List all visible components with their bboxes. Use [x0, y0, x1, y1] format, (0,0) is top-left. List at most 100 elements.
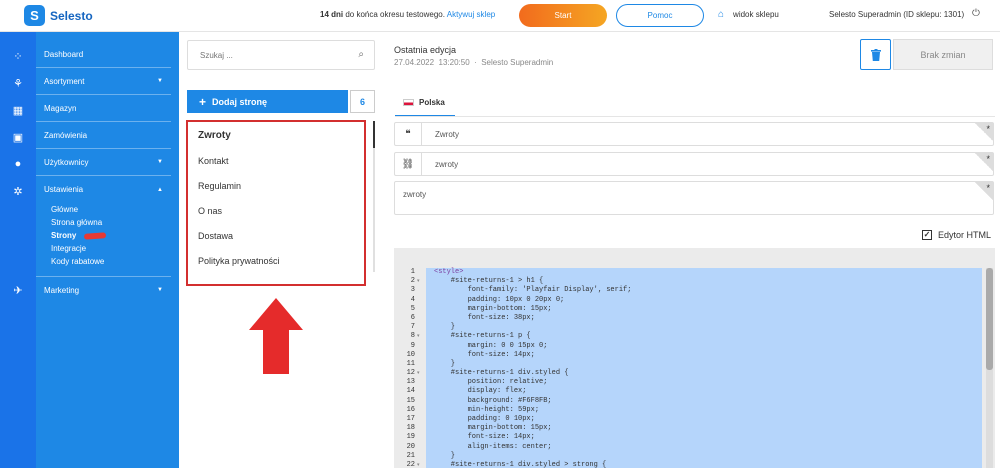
tab-language-polish[interactable]: Polska	[395, 90, 455, 117]
code-line[interactable]: }	[434, 360, 631, 369]
fold-arrow-icon	[417, 387, 422, 396]
list-item[interactable]: Regulamin	[198, 181, 241, 191]
top-bar: S Selesto 14 dni do końca okresu testowe…	[0, 0, 1000, 32]
sidebar-subitem-main[interactable]: Główne	[51, 205, 78, 214]
list-item[interactable]: Dostawa	[198, 231, 233, 241]
code-content[interactable]: <style> #site-returns-1 > h1 { font-fami…	[434, 268, 631, 470]
line-number: 8 ▾	[394, 332, 426, 341]
sidebar-item-orders[interactable]: Zamówienia	[36, 122, 171, 149]
pages-list: Zwroty Kontakt Regulamin O nas Dostawa P…	[186, 120, 366, 286]
fold-arrow-icon	[417, 452, 422, 461]
add-page-button[interactable]: + Dodaj stronę	[187, 90, 348, 113]
caret-down-icon: ▼	[157, 159, 163, 165]
code-line[interactable]: position: relative;	[434, 378, 631, 387]
code-line[interactable]: font-size: 38px;	[434, 314, 631, 323]
code-line[interactable]: #site-returns-1 > h1 {	[434, 277, 631, 286]
sidebar-subitem-homepage[interactable]: Strona główna	[51, 218, 102, 227]
sidebar-item-marketing[interactable]: Marketing ▼	[36, 276, 171, 303]
required-marker: *	[975, 123, 993, 141]
code-line[interactable]: font-size: 14px;	[434, 433, 631, 442]
fold-arrow-icon	[417, 443, 422, 452]
code-line[interactable]: }	[434, 323, 631, 332]
trial-text: do końca okresu testowego.	[343, 10, 445, 19]
list-item[interactable]: Kontakt	[198, 156, 229, 166]
page-count-badge: 6	[350, 90, 375, 113]
line-number: 14	[394, 387, 426, 396]
fold-arrow-icon	[417, 305, 422, 314]
sidebar-item-label: Ustawienia	[44, 185, 84, 194]
html-editor-toggle[interactable]: ✓ Edytor HTML	[922, 230, 991, 240]
settings-icon[interactable]: ✲	[0, 185, 36, 198]
title-field[interactable]: ❝ Zwroty *	[394, 122, 994, 146]
code-line[interactable]: margin-bottom: 15px;	[434, 424, 631, 433]
fold-arrow-icon	[417, 360, 422, 369]
users-icon[interactable]: ●	[0, 158, 36, 170]
sidebar-item-assortment[interactable]: Asortyment ▼	[36, 68, 171, 95]
line-number-gutter: 1 2 ▾ 3 4 5 6 7 8 ▾ 9 10 11 12 ▾ 13 14 15 16 17 18 19 20 21 22 ▾	[394, 268, 426, 470]
view-shop-link[interactable]: ⌂ widok sklepu	[718, 9, 779, 20]
code-line[interactable]: <style>	[434, 268, 631, 277]
fold-arrow-icon: ▾	[417, 278, 420, 285]
sidebar-subitem-discount-codes[interactable]: Kody rabatowe	[51, 257, 104, 266]
fold-arrow-icon	[417, 378, 422, 387]
code-line[interactable]: padding: 10px 0 20px 0;	[434, 296, 631, 305]
code-line[interactable]: padding: 0 10px;	[434, 415, 631, 424]
sidebar-item-warehouse[interactable]: Magazyn	[36, 95, 171, 122]
sidebar-subitem-integrations[interactable]: Integracje	[51, 244, 86, 253]
list-item[interactable]: Polityka prywatności	[198, 256, 280, 266]
code-line[interactable]: #site-returns-1 div.styled {	[434, 369, 631, 378]
help-button[interactable]: Pomoc	[616, 4, 704, 27]
line-number: 1	[394, 268, 426, 277]
dashboard-icon[interactable]: ⁘	[0, 50, 36, 63]
line-number: 2 ▾	[394, 277, 426, 286]
delete-button[interactable]	[860, 39, 891, 70]
list-scrollbar-thumb[interactable]	[373, 121, 375, 148]
description-textarea[interactable]: zwroty *	[394, 181, 994, 215]
warehouse-icon[interactable]: ▦	[0, 104, 36, 117]
logo[interactable]: S Selesto	[24, 5, 93, 26]
code-line[interactable]: min-height: 59px;	[434, 406, 631, 415]
sidebar-item-label: Marketing	[44, 285, 80, 295]
line-number: 7	[394, 323, 426, 332]
list-scrollbar-track[interactable]	[373, 148, 375, 272]
activate-shop-link[interactable]: Aktywuj sklep	[447, 10, 495, 19]
search-icon[interactable]: ⌕	[358, 49, 364, 60]
code-line[interactable]: #site-returns-1 div.styled > strong {	[434, 461, 631, 470]
code-line[interactable]: margin-bottom: 15px;	[434, 305, 631, 314]
code-line[interactable]: }	[434, 452, 631, 461]
sidebar-subitem-pages[interactable]: Strony	[51, 231, 76, 240]
save-button[interactable]: Brak zmian	[893, 39, 993, 70]
sidebar-item-dashboard[interactable]: Dashboard	[36, 41, 171, 68]
search-input[interactable]	[188, 41, 338, 69]
code-line[interactable]: display: flex;	[434, 387, 631, 396]
sidebar-item-settings[interactable]: Ustawienia ▲	[36, 176, 171, 203]
power-icon[interactable]: ⏻	[972, 8, 980, 19]
sidebar: Dashboard Asortyment ▼ Magazyn Zamówieni…	[36, 32, 179, 468]
assortment-icon[interactable]: ⚘	[0, 77, 36, 90]
caret-up-icon: ▲	[157, 186, 163, 193]
code-line[interactable]: #site-returns-1 p {	[434, 332, 631, 341]
orders-icon[interactable]: ▣	[0, 131, 36, 144]
code-line[interactable]: background: #F6F8FB;	[434, 397, 631, 406]
line-number: 5	[394, 305, 426, 314]
line-number: 9	[394, 342, 426, 351]
code-line[interactable]: margin: 0 0 15px 0;	[434, 342, 631, 351]
list-item[interactable]: O nas	[198, 206, 222, 216]
code-line[interactable]: font-family: 'Playfair Display', serif;	[434, 286, 632, 295]
start-button[interactable]: Start	[519, 4, 607, 27]
logo-text: Selesto	[50, 8, 93, 23]
marketing-icon[interactable]: ✈	[0, 284, 36, 297]
line-number: 13	[394, 378, 426, 387]
title-value: Zwroty	[435, 130, 459, 139]
code-line[interactable]: align-items: center;	[434, 443, 631, 452]
sidebar-item-users[interactable]: Użytkownicy ▼	[36, 149, 171, 176]
fold-arrow-icon: ▾	[417, 333, 420, 340]
html-editor-checkbox[interactable]: ✓	[922, 230, 932, 240]
list-item[interactable]: Zwroty	[198, 130, 231, 141]
fold-arrow-icon: ▾	[417, 461, 420, 468]
link-icon: ⛓	[395, 153, 422, 175]
code-line[interactable]: font-size: 14px;	[434, 351, 631, 360]
code-scrollbar-thumb[interactable]	[986, 268, 993, 370]
slug-field[interactable]: ⛓ zwroty *	[394, 152, 994, 176]
last-edit-title: Ostatnia edycja	[394, 45, 457, 55]
